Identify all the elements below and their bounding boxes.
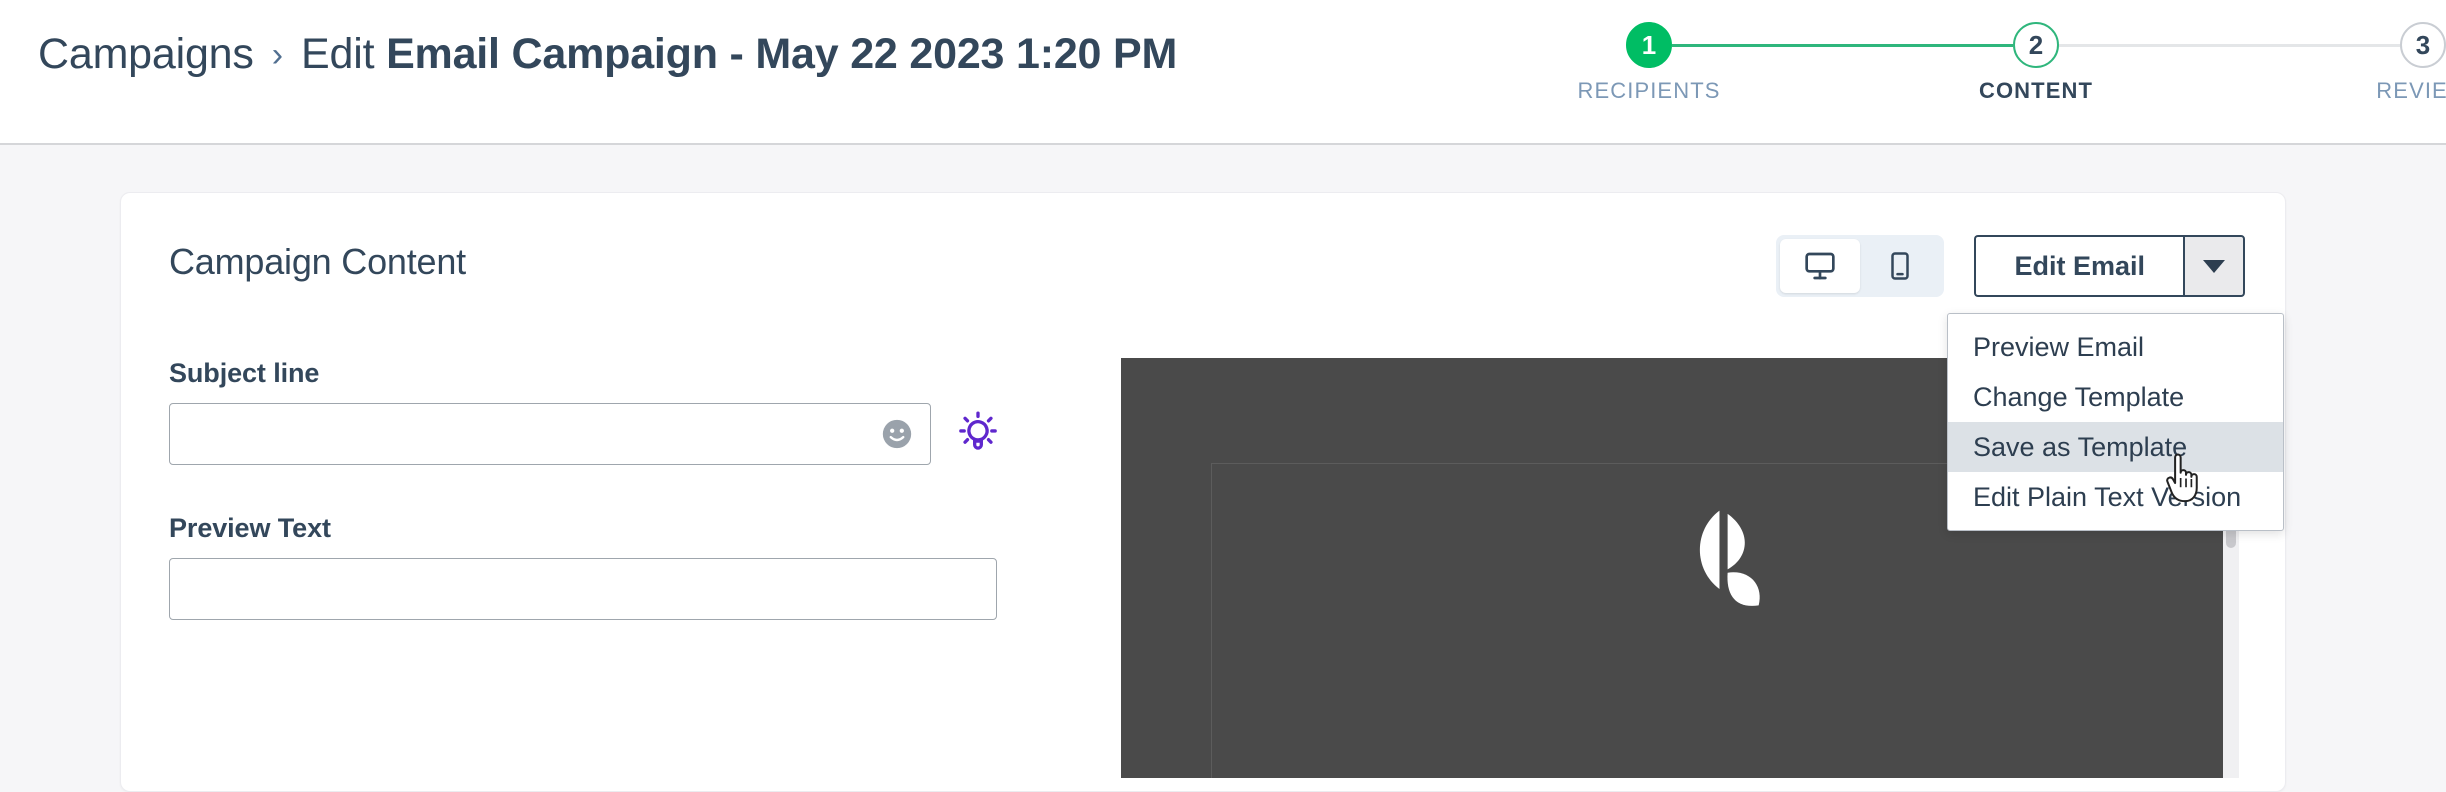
breadcrumb: Campaigns › Edit Email Campaign - May 22… [38,30,1177,79]
emoji-smiley-icon[interactable] [880,417,914,451]
subject-line-field[interactable] [169,403,931,465]
preview-text-input[interactable] [170,559,996,619]
edit-email-dropdown-toggle[interactable] [2183,235,2245,297]
desktop-monitor-icon [1804,250,1836,282]
subject-line-row [169,403,1029,465]
lightbulb-icon [957,409,999,460]
desktop-preview-button[interactable] [1780,239,1861,293]
menu-item-edit-plain-text-version[interactable]: Edit Plain Text Version [1948,472,2283,522]
menu-item-preview-email[interactable]: Preview Email [1948,322,2283,372]
subject-line-label: Subject line [169,358,320,388]
field-spacer [169,465,1029,513]
preview-text-label: Preview Text [169,513,331,543]
leaf-petal-logo [1677,504,1775,617]
card-heading: Campaign Content [169,241,466,282]
step-number-1: 1 [1641,29,1657,60]
device-preview-toggle [1776,235,1945,297]
subject-line-input[interactable] [170,404,930,464]
content-form: Subject line Preview Text [169,358,1029,620]
content-toolbar: Edit Email [1776,233,2245,299]
menu-item-change-template[interactable]: Change Template [1948,372,2283,422]
page-title: Edit Email Campaign - May 22 2023 1:20 P… [301,30,1177,79]
step-connector-2 [2059,43,2400,47]
edit-email-dropdown-menu: Preview Email Change Template Save as Te… [1947,313,2284,531]
stepper-labels: RECIPIENTS CONTENT REVIEW [1577,78,2446,118]
breadcrumb-link-campaigns[interactable]: Campaigns [38,30,254,79]
step-number-3: 3 [2415,29,2431,60]
step-node-review[interactable]: 3 [2400,22,2446,68]
step-label-review: REVIEW [2376,78,2446,103]
page-header: Campaigns › Edit Email Campaign - May 22… [0,0,2446,145]
campaign-name: Email Campaign - May 22 2023 1:20 PM [386,30,1178,78]
step-node-recipients[interactable]: 1 [1626,22,1672,68]
step-node-content[interactable]: 2 [2013,22,2059,68]
step-number-2: 2 [2028,29,2044,60]
mobile-preview-button[interactable] [1860,239,1940,293]
step-label-content: CONTENT [1978,78,2094,103]
ai-subject-suggestion-button[interactable] [957,410,999,458]
mobile-phone-icon [1885,251,1915,281]
breadcrumb-separator-icon: › [271,36,284,74]
wizard-stepper: 1 2 3 RECIPIENTS CONTENT REVIEW [1577,0,2446,145]
menu-item-save-as-template[interactable]: Save as Template [1948,422,2283,472]
step-connector-1 [1672,43,2013,47]
breadcrumb-action-label: Edit [301,30,387,78]
preview-text-field[interactable] [169,558,997,620]
step-label-recipients: RECIPIENTS [1577,78,1721,103]
chevron-down-icon [2203,259,2225,273]
stepper-track: 1 2 3 [1626,22,2446,68]
edit-email-button[interactable]: Edit Email [1974,235,2183,297]
